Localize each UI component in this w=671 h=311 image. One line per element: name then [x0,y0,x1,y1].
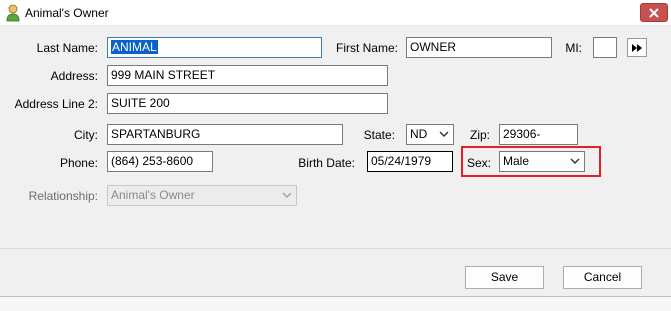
sex-value: Male [503,154,530,168]
zip-label: Zip: [469,128,490,142]
birth-date-input[interactable]: 05/24/1979 [367,151,453,172]
address-line-2-label: Address Line 2: [14,97,98,111]
fast-forward-button[interactable] [627,38,647,57]
phone-label: Phone: [59,156,98,170]
save-button[interactable]: Save [465,266,544,289]
city-label: City: [74,128,98,142]
relationship-label: Relationship: [28,189,98,203]
chevron-down-icon [570,158,580,164]
first-name-input[interactable]: OWNER [406,37,552,58]
last-name-value: ANIMAL [111,40,158,54]
first-name-label: First Name: [335,41,398,55]
mi-label: MI: [565,41,582,55]
divider [0,248,671,249]
relationship-select: Animal's Owner [107,185,297,206]
state-select[interactable]: ND [406,124,454,145]
sex-select[interactable]: Male [499,151,585,172]
address-label: Address: [50,69,98,83]
status-bar [0,296,671,311]
zip-input[interactable]: 29306- [499,124,578,145]
window-title: Animal's Owner [25,6,109,20]
close-button[interactable] [640,3,668,22]
title-bar: Animal's Owner [0,0,671,26]
city-input[interactable]: SPARTANBURG [107,124,343,145]
cancel-button[interactable]: Cancel [563,266,642,289]
address-line-2-input[interactable]: SUITE 200 [107,93,388,114]
address-input[interactable]: 999 MAIN STREET [107,65,388,86]
fast-forward-icon [632,43,642,52]
state-label: State: [363,128,395,142]
chevron-down-icon [282,192,292,198]
relationship-value: Animal's Owner [111,188,195,202]
birth-date-label: Birth Date: [298,156,355,170]
last-name-label: Last Name: [36,41,98,55]
sex-label: Sex: [466,156,491,170]
person-icon [6,4,20,22]
chevron-down-icon [439,131,449,137]
state-value: ND [410,127,428,141]
last-name-input[interactable]: ANIMAL [107,37,322,58]
phone-input[interactable]: (864) 253-8600 [107,151,213,172]
mi-input[interactable] [593,37,617,58]
close-icon [649,7,659,18]
